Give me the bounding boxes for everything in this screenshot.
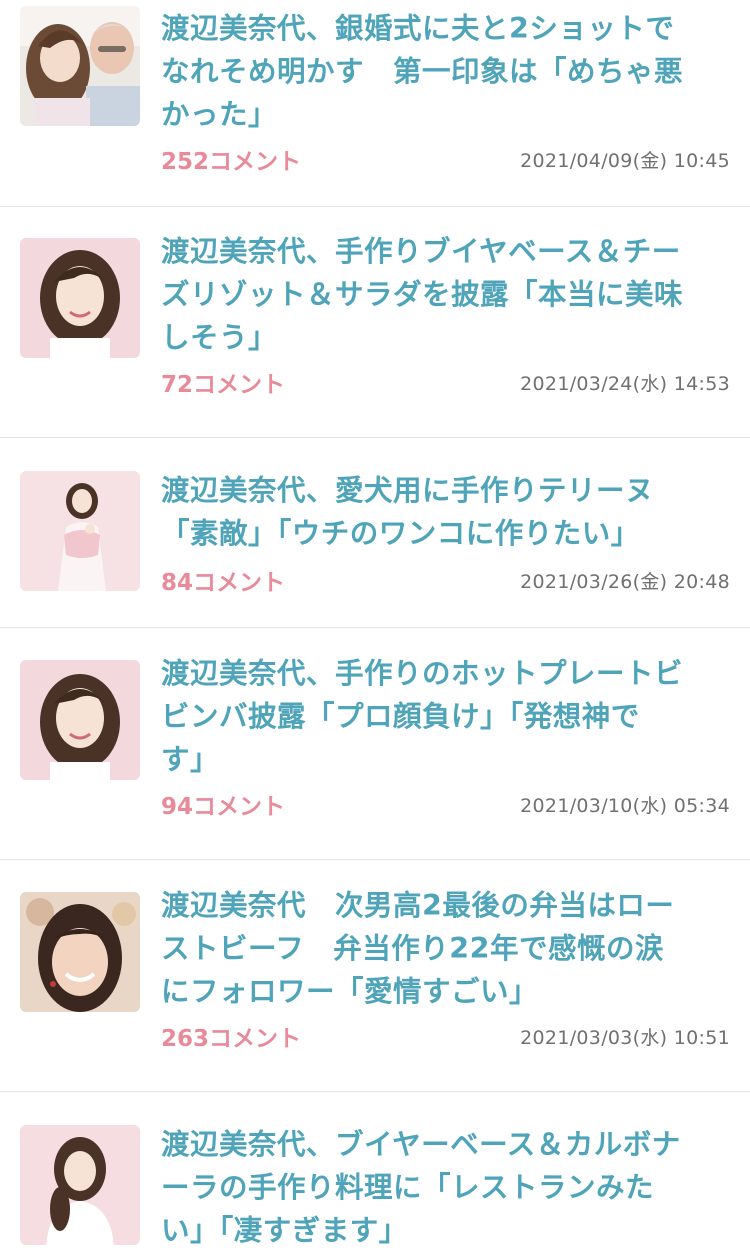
article-title[interactable]: 渡辺美奈代、愛犬用に手作りテリーヌ 「素敵」「ウチのワンコに作りたい」 (161, 469, 730, 555)
thumbnail-image[interactable] (20, 892, 140, 1012)
title-line: す」 (161, 743, 220, 776)
article-item[interactable]: 渡辺美奈代、ブイヤーベース＆カルボナ ーラの手作り料理に「レストランみた い」「… (0, 1092, 750, 1252)
title-line: 渡辺美奈代、愛犬用に手作りテリーヌ (161, 474, 655, 507)
title-line: い」「凄すぎます」 (161, 1214, 408, 1247)
title-line: 渡辺美奈代、ブイヤーベース＆カルボナ (161, 1128, 681, 1161)
comment-count[interactable]: 94コメント (161, 787, 285, 821)
comment-count[interactable]: 263コメント (161, 1019, 301, 1053)
title-line: 渡辺美奈代、銀婚式に夫と2ショットで (161, 12, 675, 45)
timestamp: 2021/03/03(水) 10:51 (520, 1026, 730, 1049)
thumbnail-image[interactable] (20, 1125, 140, 1245)
title-line: 渡辺美奈代、手作りブイヤベース＆チー (161, 235, 681, 268)
comment-count[interactable]: 252コメント (161, 142, 301, 176)
thumbnail-image[interactable] (20, 6, 140, 126)
thumbnail-image[interactable] (20, 238, 140, 358)
article-body: 渡辺美奈代 次男高2最後の弁当はロー ストビーフ 弁当作り22年で感慨の涙 にフ… (161, 889, 730, 1091)
timestamp: 2021/04/09(金) 10:45 (520, 149, 730, 172)
title-line: 渡辺美奈代 次男高2最後の弁当はロー (161, 889, 675, 922)
title-line: 「素敵」「ウチのワンコに作りたい」 (161, 517, 640, 550)
article-item[interactable]: 渡辺美奈代、手作りのホットプレートビ ビンバ披露「プロ顔負け」「発想神で す」 … (0, 628, 750, 860)
comment-count[interactable]: 84コメント (161, 563, 285, 597)
title-line: ストビーフ 弁当作り22年で感慨の涙 (161, 932, 664, 965)
title-line: しそう」 (161, 321, 278, 354)
article-item[interactable]: 渡辺美奈代、愛犬用に手作りテリーヌ 「素敵」「ウチのワンコに作りたい」 84コメ… (0, 438, 750, 628)
article-item[interactable]: 渡辺美奈代、手作りブイヤベース＆チー ズリゾット＆サラダを披露「本当に美味 しそ… (0, 207, 750, 438)
article-title[interactable]: 渡辺美奈代 次男高2最後の弁当はロー ストビーフ 弁当作り22年で感慨の涙 にフ… (161, 884, 730, 1013)
article-body: 渡辺美奈代、愛犬用に手作りテリーヌ 「素敵」「ウチのワンコに作りたい」 84コメ… (161, 471, 730, 627)
title-line: ーラの手作り料理に「レストランみた (161, 1171, 655, 1204)
article-title[interactable]: 渡辺美奈代、ブイヤーベース＆カルボナ ーラの手作り料理に「レストランみた い」「… (161, 1123, 730, 1252)
title-line: なれそめ明かす 第一印象は「めちゃ悪 (161, 55, 684, 88)
title-line: ビンバ披露「プロ顔負け」「発想神で (161, 700, 640, 733)
article-title[interactable]: 渡辺美奈代、手作りブイヤベース＆チー ズリゾット＆サラダを披露「本当に美味 しそ… (161, 230, 730, 359)
article-item[interactable]: 渡辺美奈代 次男高2最後の弁当はロー ストビーフ 弁当作り22年で感慨の涙 にフ… (0, 860, 750, 1092)
thumbnail-image[interactable] (20, 471, 140, 591)
timestamp: 2021/03/24(水) 14:53 (520, 372, 730, 395)
title-line: かった」 (161, 98, 278, 131)
timestamp: 2021/03/10(水) 05:34 (520, 794, 730, 817)
article-body: 渡辺美奈代、手作りのホットプレートビ ビンバ披露「プロ顔負け」「発想神で す」 … (161, 657, 730, 859)
comment-count[interactable]: 72コメント (161, 365, 285, 399)
title-line: 渡辺美奈代、手作りのホットプレートビ (161, 657, 684, 690)
timestamp: 2021/03/26(金) 20:48 (520, 570, 730, 593)
article-body: 渡辺美奈代、手作りブイヤベース＆チー ズリゾット＆サラダを披露「本当に美味 しそ… (161, 235, 730, 437)
article-item[interactable]: 渡辺美奈代、銀婚式に夫と2ショットで なれそめ明かす 第一印象は「めちゃ悪 かっ… (0, 0, 750, 207)
thumbnail-image[interactable] (20, 660, 140, 780)
title-line: にフォロワー「愛情すごい」 (161, 975, 539, 1008)
article-title[interactable]: 渡辺美奈代、銀婚式に夫と2ショットで なれそめ明かす 第一印象は「めちゃ悪 かっ… (161, 7, 730, 136)
article-body: 渡辺美奈代、ブイヤーベース＆カルボナ ーラの手作り料理に「レストランみた い」「… (161, 1125, 730, 1252)
title-line: ズリゾット＆サラダを披露「本当に美味 (161, 278, 684, 311)
article-body: 渡辺美奈代、銀婚式に夫と2ショットで なれそめ明かす 第一印象は「めちゃ悪 かっ… (161, 6, 730, 206)
article-title[interactable]: 渡辺美奈代、手作りのホットプレートビ ビンバ披露「プロ顔負け」「発想神で す」 (161, 652, 730, 781)
article-list: 渡辺美奈代、銀婚式に夫と2ショットで なれそめ明かす 第一印象は「めちゃ悪 かっ… (0, 0, 750, 1252)
